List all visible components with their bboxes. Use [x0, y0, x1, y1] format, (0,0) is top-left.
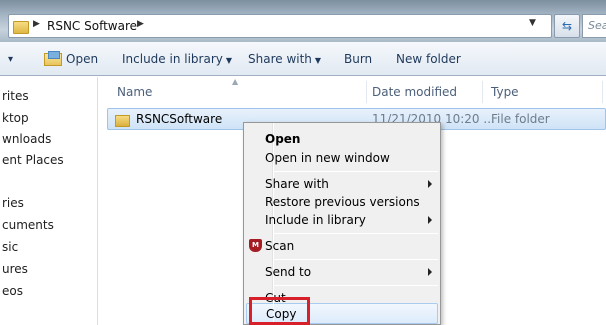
antivirus-shield-icon: M	[249, 239, 262, 252]
search-placeholder: Search	[588, 19, 606, 32]
menu-item-scan[interactable]: M Scan	[246, 236, 438, 257]
menu-item-label: Include in library	[265, 213, 366, 227]
menu-item-label: Open	[265, 132, 301, 146]
folder-icon	[13, 18, 29, 34]
open-button[interactable]: Open	[66, 52, 98, 66]
include-in-library-button[interactable]: Include in library ▼	[122, 52, 232, 66]
address-bar-area: ▶ RSNC Software ▶ ▼ ⇆ Search	[0, 0, 606, 42]
share-with-label: Share with	[248, 52, 312, 66]
chevron-down-icon: ▼	[225, 56, 233, 65]
breadcrumb-arrow-icon[interactable]: ▶	[137, 19, 144, 29]
file-type: File folder	[491, 112, 550, 126]
submenu-arrow-icon	[428, 216, 432, 224]
open-icon[interactable]	[44, 51, 62, 66]
folder-icon	[115, 113, 130, 127]
column-divider[interactable]	[482, 81, 483, 103]
menu-item-label: Restore previous versions	[265, 195, 420, 209]
menu-item-include-in-library[interactable]: Include in library	[246, 210, 438, 231]
file-name: RSNCSoftware	[136, 112, 223, 126]
menu-item-send-to[interactable]: Send to	[246, 262, 438, 283]
search-input[interactable]: Search	[582, 14, 606, 38]
submenu-arrow-icon	[428, 268, 432, 276]
organize-dropdown-icon[interactable]: ▾	[8, 54, 13, 65]
nav-item-desktop[interactable]: ktop	[2, 111, 29, 125]
menu-separator	[274, 171, 438, 172]
menu-item-label: Scan	[265, 239, 295, 253]
menu-item-label: Share with	[265, 177, 329, 191]
nav-item-favorites[interactable]: rites	[2, 89, 29, 103]
column-header-type[interactable]: Type	[491, 85, 519, 99]
navigation-pane: rites ktop wnloads ent Places ries cumen…	[0, 77, 98, 325]
new-folder-button[interactable]: New folder	[396, 52, 461, 66]
nav-item-documents[interactable]: cuments	[2, 218, 54, 232]
nav-item-pictures[interactable]: ures	[2, 262, 28, 276]
nav-item-libraries[interactable]: ries	[2, 196, 24, 210]
include-in-library-label: Include in library	[122, 52, 223, 66]
address-bar[interactable]: ▶ RSNC Software ▶ ▼	[8, 14, 552, 38]
context-menu: Open Open in new window Share with Resto…	[243, 122, 441, 325]
address-dropdown-icon[interactable]: ▼	[529, 18, 541, 34]
menu-item-label: Open in new window	[265, 151, 390, 165]
submenu-arrow-icon	[428, 180, 432, 188]
menu-item-open[interactable]: Open	[246, 129, 438, 150]
breadcrumb-arrow-icon[interactable]: ▶	[33, 19, 40, 29]
column-divider[interactable]	[366, 81, 367, 103]
nav-item-music[interactable]: sic	[2, 240, 18, 254]
column-header-date[interactable]: Date modified	[372, 85, 457, 99]
refresh-button[interactable]: ⇆	[554, 14, 580, 38]
nav-item-downloads[interactable]: wnloads	[2, 132, 51, 146]
nav-item-recent-places[interactable]: ent Places	[2, 153, 64, 167]
menu-item-open-new-window[interactable]: Open in new window	[246, 148, 438, 169]
menu-separator	[274, 285, 438, 286]
share-with-button[interactable]: Share with ▼	[248, 52, 321, 66]
menu-separator	[274, 233, 438, 234]
command-toolbar: ▾ Open Include in library ▼ Share with ▼ B…	[0, 42, 606, 76]
nav-item-videos[interactable]: eos	[2, 284, 23, 298]
column-divider[interactable]	[602, 81, 603, 103]
burn-button[interactable]: Burn	[344, 52, 372, 66]
menu-separator	[274, 259, 438, 260]
callout-highlight-box	[249, 297, 310, 325]
menu-item-label: Send to	[265, 265, 312, 279]
sort-indicator-icon: ▲	[232, 77, 239, 86]
chevron-down-icon: ▼	[314, 56, 322, 65]
column-header-name[interactable]: Name	[117, 85, 152, 99]
breadcrumb-current[interactable]: RSNC Software	[47, 19, 137, 33]
